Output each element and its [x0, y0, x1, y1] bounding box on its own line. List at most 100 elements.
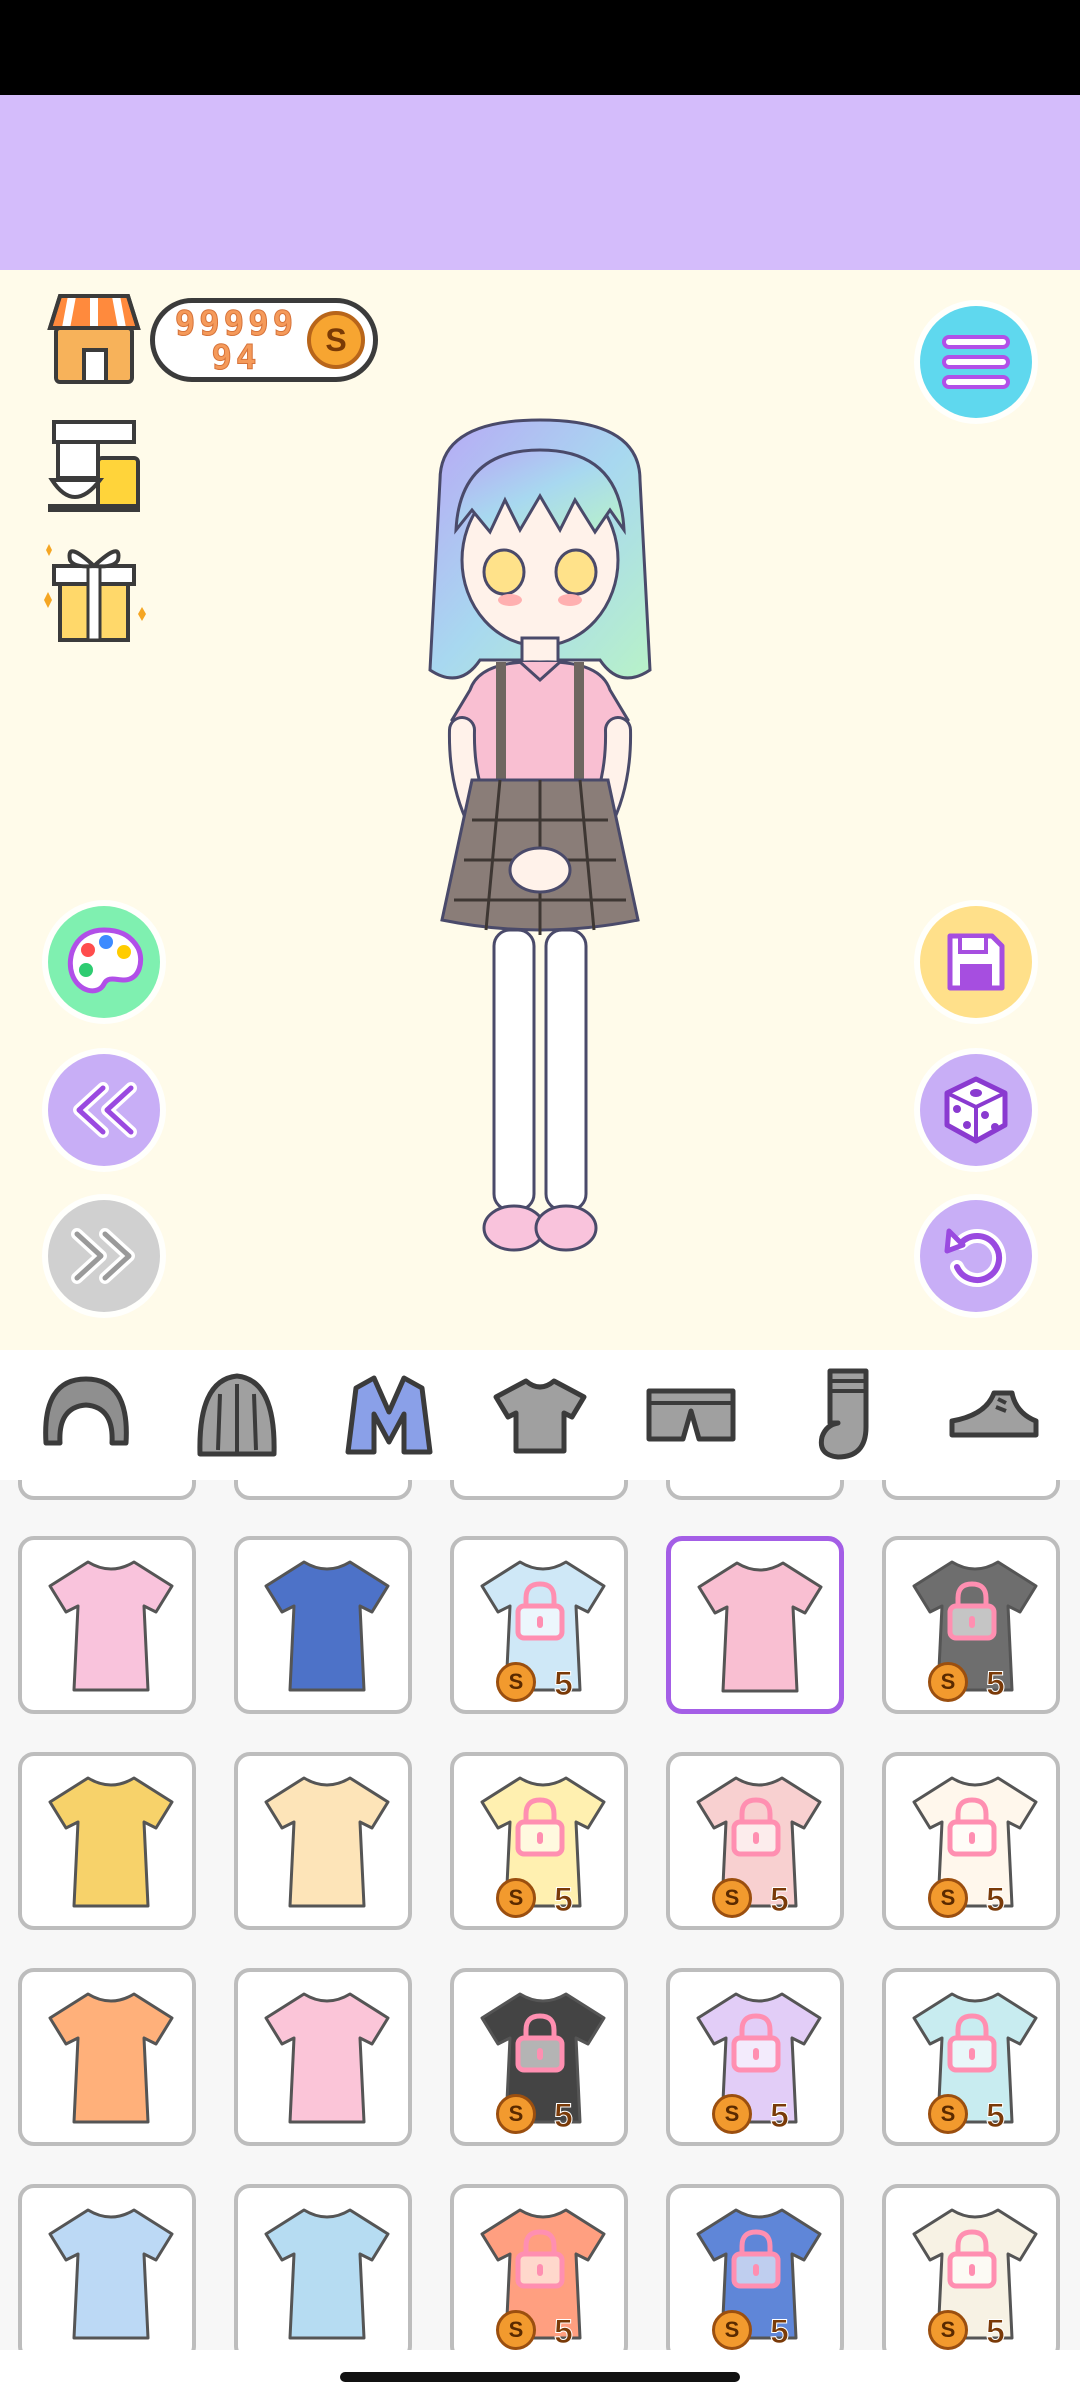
- item-tile[interactable]: S5: [882, 1968, 1060, 2146]
- lock-icon: [731, 1797, 781, 1857]
- lock-icon: [731, 2013, 781, 2073]
- outfit-thumbnail: [697, 1561, 823, 1693]
- tab-bottoms[interactable]: [636, 1360, 746, 1470]
- home-indicator[interactable]: [340, 2372, 740, 2382]
- double-chevron-right-icon: [71, 1228, 135, 1284]
- item-price: 5: [986, 1665, 1006, 1704]
- outfit-thumbnail: [264, 1992, 390, 2124]
- item-tile[interactable]: S5: [882, 2184, 1060, 2350]
- price-coin-icon: S: [928, 2094, 968, 2134]
- lock-icon: [515, 2013, 565, 2073]
- item-price: 5: [770, 2097, 790, 2136]
- item-tile[interactable]: S5: [882, 1752, 1060, 1930]
- coin-balance[interactable]: 9999994 S: [150, 298, 378, 382]
- palette-button[interactable]: [48, 906, 160, 1018]
- tab-socks[interactable]: [788, 1360, 898, 1470]
- next-look-button[interactable]: [48, 1200, 160, 1312]
- item-price: 5: [986, 2313, 1006, 2351]
- item-price: 5: [554, 2097, 574, 2136]
- item-tile[interactable]: S5: [450, 1968, 628, 2146]
- price-coin-icon: S: [928, 1662, 968, 1702]
- coin-icon: S: [307, 311, 365, 369]
- price-coin-icon: S: [712, 2094, 752, 2134]
- price-coin-icon: S: [496, 2094, 536, 2134]
- item-tile[interactable]: [18, 1968, 196, 2146]
- save-button[interactable]: [920, 906, 1032, 1018]
- palette-icon: [67, 927, 144, 994]
- shorts-icon: [646, 1388, 736, 1442]
- item-tile[interactable]: S5: [666, 1968, 844, 2146]
- category-bar: [0, 1350, 1080, 1480]
- tab-shoes[interactable]: [939, 1360, 1049, 1470]
- double-chevron-left-icon: [73, 1082, 137, 1138]
- sock-icon: [818, 1368, 869, 1460]
- character-avatar: [400, 400, 680, 1300]
- gift-button[interactable]: [36, 540, 152, 648]
- item-tile[interactable]: [18, 1752, 196, 1930]
- item-tile[interactable]: [234, 1752, 412, 1930]
- item-tile[interactable]: S5: [882, 1536, 1060, 1714]
- undo-button[interactable]: [920, 1200, 1032, 1312]
- partial-tile[interactable]: [234, 1480, 412, 1500]
- kitchen-icon: [48, 420, 140, 512]
- jacket-icon: [345, 1375, 433, 1455]
- item-tile[interactable]: S5: [450, 1536, 628, 1714]
- tab-hair[interactable]: [31, 1360, 141, 1470]
- lock-icon: [515, 2229, 565, 2289]
- menu-button[interactable]: [920, 306, 1032, 418]
- lock-icon: [947, 2013, 997, 2073]
- tab-tops[interactable]: [485, 1360, 595, 1470]
- item-tile[interactable]: S5: [450, 2184, 628, 2350]
- tab-outerwear[interactable]: [334, 1360, 444, 1470]
- tab-hat[interactable]: [182, 1360, 292, 1470]
- previous-look-button[interactable]: [48, 1054, 160, 1166]
- kitchen-button[interactable]: [44, 418, 144, 518]
- outfit-thumbnail: [264, 1560, 390, 1692]
- lock-icon: [731, 2229, 781, 2289]
- price-coin-icon: S: [496, 1878, 536, 1918]
- item-tile[interactable]: S5: [450, 1752, 628, 1930]
- partial-tile[interactable]: [450, 1480, 628, 1500]
- outfit-thumbnail: [48, 1776, 174, 1908]
- item-tile[interactable]: S5: [666, 1752, 844, 1930]
- lock-icon: [947, 1581, 997, 1641]
- save-icon: [947, 933, 1005, 991]
- lock-icon: [515, 1581, 565, 1641]
- price-coin-icon: S: [928, 2310, 968, 2350]
- random-outfit-button[interactable]: [920, 1054, 1032, 1166]
- outfit-thumbnail: [48, 1992, 174, 2124]
- item-tile[interactable]: [234, 1536, 412, 1714]
- item-tile[interactable]: [18, 2184, 196, 2350]
- gift-icon: [44, 544, 146, 642]
- top-icon: [493, 1378, 587, 1454]
- partial-tile[interactable]: [18, 1480, 196, 1500]
- undo-icon: [944, 1228, 1007, 1287]
- item-price: 5: [554, 2313, 574, 2351]
- item-price: 5: [554, 1665, 574, 1704]
- ad-banner: [0, 95, 1080, 270]
- item-price: 5: [770, 1881, 790, 1920]
- shop-icon: [47, 294, 141, 384]
- outfit-thumbnail: [264, 2208, 390, 2340]
- outfit-thumbnail: [48, 2208, 174, 2340]
- outfit-thumbnail: [264, 1776, 390, 1908]
- price-coin-icon: S: [928, 1878, 968, 1918]
- lock-icon: [515, 1797, 565, 1857]
- price-coin-icon: S: [496, 1662, 536, 1702]
- item-price: 5: [770, 2313, 790, 2351]
- item-tile[interactable]: [234, 1968, 412, 2146]
- shop-button[interactable]: [44, 288, 144, 388]
- partial-tile[interactable]: [666, 1480, 844, 1500]
- item-tile[interactable]: [18, 1536, 196, 1714]
- item-price: 5: [986, 2097, 1006, 2136]
- item-tile[interactable]: S5: [666, 2184, 844, 2350]
- item-price: 5: [554, 1881, 574, 1920]
- item-tile[interactable]: [234, 2184, 412, 2350]
- lock-icon: [947, 2229, 997, 2289]
- partial-tile[interactable]: [882, 1480, 1060, 1500]
- lock-icon: [947, 1797, 997, 1857]
- item-grid: S5S5S5S5S5S5S5S5S5S5S5: [0, 1480, 1080, 2350]
- item-tile[interactable]: [666, 1536, 844, 1714]
- price-coin-icon: S: [712, 2310, 752, 2350]
- price-coin-icon: S: [712, 1878, 752, 1918]
